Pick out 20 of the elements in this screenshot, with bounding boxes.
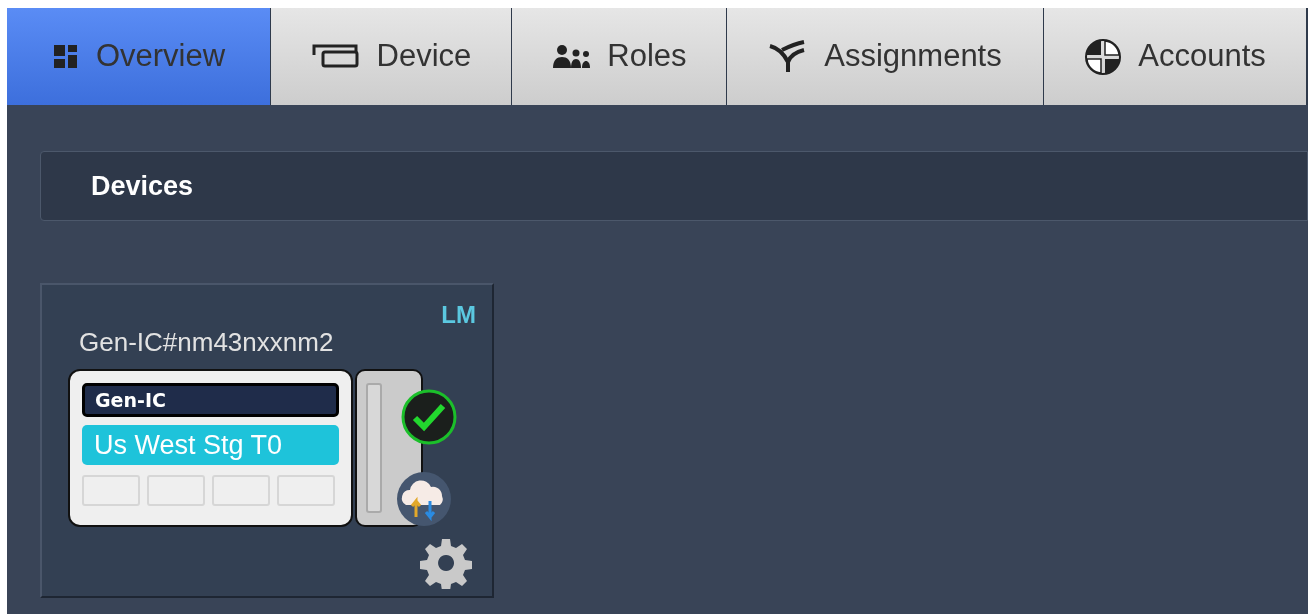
empty-slot xyxy=(277,475,335,506)
dashboard-icon xyxy=(51,42,80,71)
quartered-circle-icon xyxy=(1084,37,1123,76)
tab[interactable]: Roles xyxy=(512,8,726,105)
device-name: Gen-IC#nm43nxxnm2 xyxy=(79,326,334,359)
people-icon xyxy=(551,43,592,70)
device-type: Gen-IC xyxy=(82,383,339,417)
section-title: Devices xyxy=(91,169,194,203)
device-icon xyxy=(310,42,361,71)
device-label: Us West Stg T0 xyxy=(82,425,339,465)
cloud-sync-icon xyxy=(396,471,452,527)
settings-icon[interactable] xyxy=(420,537,472,589)
empty-slot xyxy=(82,475,140,506)
tab[interactable]: Assignments xyxy=(727,8,1043,105)
tab[interactable]: Accounts xyxy=(1044,8,1306,105)
device-code-label: LM xyxy=(441,300,476,330)
tab[interactable]: Device xyxy=(271,8,511,105)
empty-slot xyxy=(147,475,205,506)
device-card[interactable]: LM Gen-IC#nm43nxxnm2 Gen-IC Us West Stg T0 xyxy=(40,283,494,598)
empty-slot xyxy=(212,475,270,506)
